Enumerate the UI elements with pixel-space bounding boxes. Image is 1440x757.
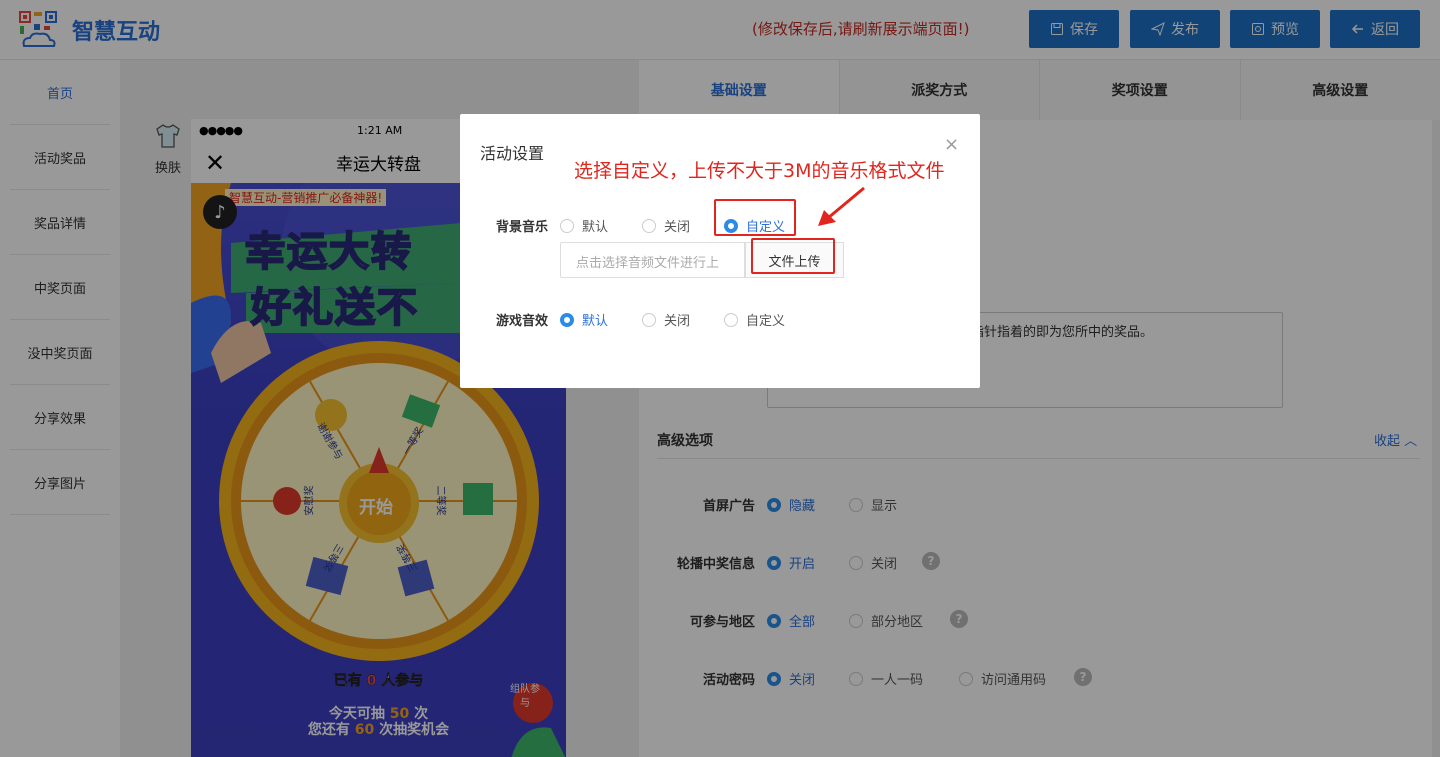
game-sound-custom-radio[interactable]: 自定义 — [724, 310, 785, 329]
close-icon[interactable]: × — [944, 134, 959, 155]
modal-title: 活动设置 — [480, 144, 545, 163]
audio-file-input[interactable]: 点击选择音频文件进行上 — [560, 242, 745, 278]
bg-music-off-radio[interactable]: 关闭 — [642, 216, 690, 235]
radio-label: 关闭 — [664, 314, 691, 329]
bg-music-label: 背景音乐 — [495, 220, 548, 235]
custom-highlight-box — [714, 199, 796, 236]
upload-highlight-box — [751, 238, 835, 274]
radio-label: 关闭 — [664, 220, 691, 235]
game-sound-default-radio[interactable]: 默认 — [560, 310, 608, 329]
game-sound-off-radio[interactable]: 关闭 — [642, 310, 690, 329]
annotation-text: 选择自定义，上传不大于3M的音乐格式文件 — [574, 160, 945, 182]
bg-music-default-radio[interactable]: 默认 — [560, 216, 608, 235]
annotation-arrow-icon — [818, 186, 865, 226]
game-sound-label: 游戏音效 — [495, 314, 548, 329]
radio-label: 自定义 — [746, 314, 786, 329]
radio-label: 默认 — [582, 220, 609, 235]
radio-label: 默认 — [582, 314, 609, 329]
